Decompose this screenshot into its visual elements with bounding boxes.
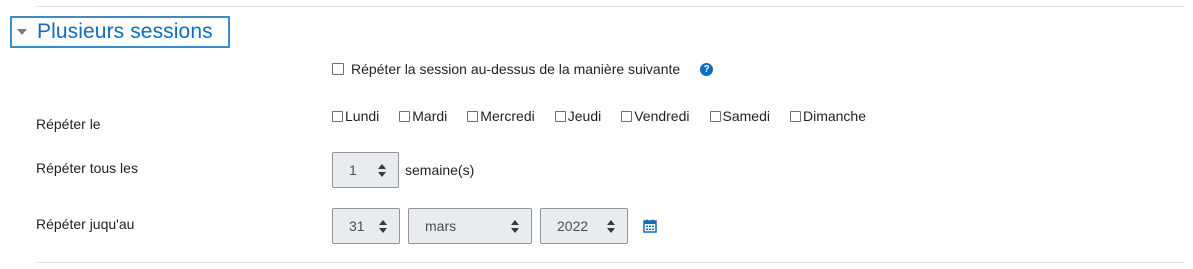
until-year-select[interactable]: 2022 — [540, 208, 628, 244]
repeat-session-label: Répéter la session au-dessus de la maniè… — [351, 61, 681, 77]
day-option[interactable]: Jeudi — [554, 108, 602, 124]
select-arrows-icon — [607, 220, 615, 233]
help-icon[interactable]: ? — [700, 62, 714, 76]
weekday-checkboxes: Lundi Mardi Mercredi Jeudi Vendredi Same… — [332, 108, 886, 124]
day-label: Dimanche — [802, 108, 866, 124]
section-header-toggle[interactable]: Plusieurs sessions — [10, 16, 230, 48]
day-option[interactable]: Lundi — [332, 108, 379, 124]
day-option[interactable]: Vendredi — [621, 108, 690, 124]
day-option[interactable]: Dimanche — [789, 108, 866, 124]
top-divider — [36, 6, 1184, 7]
section-title: Plusieurs sessions — [37, 20, 213, 43]
day-label: Mardi — [412, 108, 448, 124]
day-option[interactable]: Samedi — [709, 108, 770, 124]
day-checkbox[interactable] — [554, 110, 566, 122]
interval-unit: semaine(s) — [405, 162, 475, 178]
day-option[interactable]: Mardi — [399, 108, 447, 124]
repeat-interval-value: 1 — [349, 162, 357, 178]
day-option[interactable]: Mercredi — [467, 108, 535, 124]
day-label: Mercredi — [480, 108, 535, 124]
repeat-on-label: Répéter le — [36, 116, 101, 132]
collapse-caret-icon — [17, 29, 27, 35]
repeat-session-row: Répéter la session au-dessus de la maniè… — [332, 61, 714, 77]
day-checkbox[interactable] — [467, 110, 479, 122]
until-month-value: mars — [425, 218, 457, 234]
calendar-icon[interactable] — [643, 219, 657, 233]
repeat-interval-select[interactable]: 1 — [332, 152, 399, 188]
until-day-select[interactable]: 31 — [332, 208, 400, 244]
day-checkbox[interactable] — [332, 110, 343, 122]
until-day-value: 31 — [349, 218, 365, 234]
select-arrows-icon — [511, 220, 519, 233]
day-checkbox[interactable] — [789, 110, 801, 122]
day-label: Samedi — [722, 108, 770, 124]
bottom-divider — [36, 262, 1184, 263]
select-arrows-icon — [379, 220, 387, 233]
day-label: Jeudi — [567, 108, 602, 124]
day-checkbox[interactable] — [709, 110, 721, 122]
until-year-value: 2022 — [557, 218, 589, 234]
day-checkbox[interactable] — [399, 110, 411, 122]
select-arrows-icon — [378, 164, 386, 177]
repeat-until-label: Répéter juqu'au — [36, 216, 135, 232]
day-checkbox[interactable] — [621, 110, 633, 122]
until-month-select[interactable]: mars — [408, 208, 532, 244]
day-label: Lundi — [345, 108, 380, 124]
repeat-session-checkbox[interactable] — [332, 63, 344, 75]
repeat-every-label: Répéter tous les — [36, 160, 138, 176]
day-label: Vendredi — [634, 108, 690, 124]
